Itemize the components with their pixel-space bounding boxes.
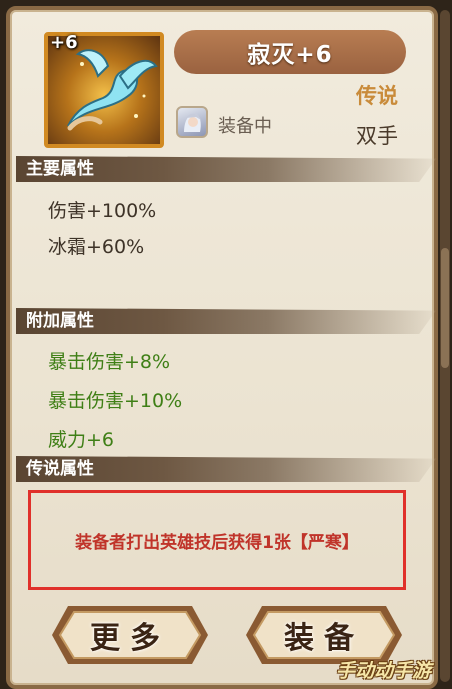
scrollbar-thumb[interactable] — [441, 248, 449, 368]
extra-attributes-header: 附加属性 — [16, 308, 436, 334]
equipped-status: 装备中 — [218, 116, 272, 137]
legendary-effect-text: 装备者打出英雄技后获得1张【严寒】 — [75, 532, 359, 553]
more-button[interactable]: 更多 — [50, 604, 210, 666]
extra-attr-power: 威力+6 — [48, 429, 115, 451]
equip-button-label: 装备 — [284, 621, 364, 656]
extra-attr-crit-damage-1: 暴击伤害+8% — [48, 351, 171, 373]
item-rarity: 传说 — [356, 84, 398, 108]
item-name-banner: 寂灭+6 — [174, 30, 406, 74]
item-level-badge: +6 — [50, 32, 78, 53]
item-hand-type: 双手 — [356, 124, 398, 148]
more-button-label: 更多 — [90, 621, 170, 656]
main-attributes-header: 主要属性 — [16, 156, 436, 182]
legendary-attributes-header: 传说属性 — [16, 456, 436, 482]
extra-attr-crit-damage-2: 暴击伤害+10% — [48, 390, 183, 412]
hero-portrait-icon — [184, 113, 201, 132]
item-name: 寂灭+6 — [247, 42, 333, 68]
hero-avatar[interactable] — [176, 106, 208, 138]
watermark-logo: 手动动手游 — [336, 660, 432, 682]
legendary-effect-box: 装备者打出英雄技后获得1张【严寒】 — [28, 490, 406, 590]
main-attr-frost: 冰霜+60% — [48, 236, 145, 258]
main-attr-damage: 伤害+100% — [48, 200, 157, 222]
